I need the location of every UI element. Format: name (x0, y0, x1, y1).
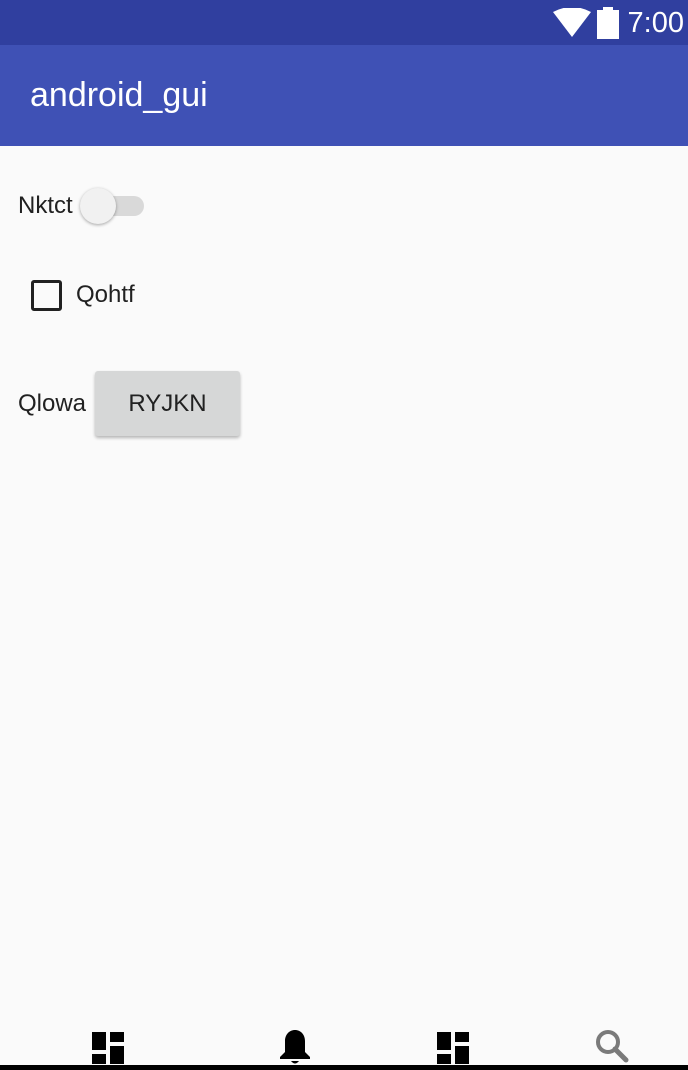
nav-item-dashboard-2[interactable] (433, 1026, 473, 1066)
qohtf-checkbox[interactable] (31, 280, 62, 311)
ryjkn-button[interactable]: RYJKN (95, 371, 240, 436)
wifi-icon (553, 8, 591, 37)
status-clock: 7:00 (627, 7, 684, 39)
nktct-switch[interactable] (80, 188, 146, 224)
app-title: android_gui (30, 76, 208, 114)
bell-icon (280, 1030, 310, 1064)
bottom-navigation (0, 1022, 688, 1070)
switch-label: Nktct (18, 192, 73, 219)
checkbox-label[interactable]: Qohtf (76, 280, 135, 310)
switch-thumb[interactable] (80, 188, 116, 224)
search-icon (596, 1030, 629, 1063)
nav-item-dashboard[interactable] (88, 1026, 128, 1066)
dashboard-icon (92, 1032, 124, 1064)
nav-item-notifications[interactable] (275, 1026, 315, 1066)
status-bar: 7:00 (0, 0, 688, 45)
battery-icon (597, 7, 619, 39)
dashboard-icon (437, 1032, 469, 1064)
nav-item-search[interactable] (592, 1026, 632, 1066)
button-row-label: Qlowa (18, 390, 87, 417)
bottom-edge-bar (0, 1065, 688, 1070)
app-bar: android_gui (0, 45, 688, 146)
